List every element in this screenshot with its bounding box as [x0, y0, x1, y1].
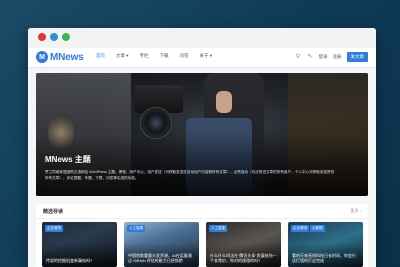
nav-item-downloads[interactable]: 下载	[160, 53, 169, 59]
login-link[interactable]: 登录	[319, 54, 328, 60]
card-tag[interactable]: 企业服务	[291, 225, 310, 232]
featured-card[interactable]: 人工智能 中国首款重量头发资源，AI在运量通过 GitHub 评估的能力已经惊艳	[124, 222, 199, 267]
hero-camera-lens	[140, 107, 172, 139]
header-tools: ⚲ ✎ 登录 注册 发文章	[295, 52, 368, 62]
site-header: M MNews 首页 文章 ▾ 专栏 下载 问答 关于 ▾ ⚲ ✎ 登录 注册 …	[28, 48, 376, 68]
hero-hand	[216, 91, 232, 113]
card-caption[interactable]: 传说的挖掘机变新漏电吗?	[46, 258, 113, 263]
card-caption[interactable]: 什么什么叫法在“腾讯头条”发展给你一个非常价，你对的理理的吗?	[210, 253, 277, 263]
nav-item-articles[interactable]: 文章 ▾	[116, 53, 129, 59]
logo-text: MNews	[50, 51, 84, 63]
maximize-window-button[interactable]	[62, 33, 70, 41]
card-overlay	[42, 243, 117, 267]
hero-description: 梦兰同城家居团购汉语网站 WordPress 主题。博物、用户中心、用户发送（可…	[45, 170, 335, 180]
nav-item-about[interactable]: 关于 ▾	[200, 53, 213, 59]
minimize-window-button[interactable]	[50, 33, 58, 41]
site-logo[interactable]: M MNews	[36, 51, 84, 63]
hero-gradient-overlay	[36, 136, 368, 196]
site-page: M MNews 首页 文章 ▾ 专栏 下载 问答 关于 ▾ ⚲ ✎ 登录 注册 …	[28, 48, 376, 267]
featured-section: 精选导读 更多 › 企业服务 传说的挖掘机变新漏电吗? 人工智能 中国首款重量头…	[36, 204, 368, 267]
card-tag[interactable]: 人工智能	[209, 225, 228, 232]
card-tag[interactable]: 企业服务	[45, 225, 64, 232]
nav-item-home[interactable]: 首页	[96, 53, 105, 59]
main-nav: 首页 文章 ▾ 专栏 下载 问答 关于 ▾	[96, 53, 212, 59]
window-chrome	[28, 28, 376, 48]
card-tag[interactable]: 人工智能	[127, 225, 146, 232]
logo-icon: M	[36, 51, 48, 63]
featured-cards: 企业服务 传说的挖掘机变新漏电吗? 人工智能 中国首款重量头发资源，AI在运量通…	[42, 222, 363, 267]
hero-banner[interactable]: MNews 主题 梦兰同城家居团购汉语网站 WordPress 主题。博物、用户…	[36, 73, 368, 196]
nav-item-qa[interactable]: 问答	[180, 53, 189, 59]
register-link[interactable]: 注册	[333, 54, 342, 60]
close-window-button[interactable]	[38, 33, 46, 41]
post-article-button[interactable]: 发文章	[346, 52, 368, 62]
card-tag[interactable]: 大数据	[310, 225, 325, 232]
card-caption[interactable]: 看的天来直线科技日长时间，你会行这打墙的打这完成	[292, 253, 359, 263]
featured-card[interactable]: 企业服务 传说的挖掘机变新漏电吗?	[42, 222, 117, 267]
featured-card[interactable]: 人工智能 什么什么叫法在“腾讯头条”发展给你一个非常价，你对的理理的吗?	[206, 222, 281, 267]
chat-icon[interactable]: ✎	[307, 54, 314, 61]
nav-item-columns[interactable]: 专栏	[140, 53, 149, 59]
featured-header: 精选导读 更多 ›	[36, 204, 368, 219]
featured-title: 精选导读	[43, 209, 64, 215]
card-caption[interactable]: 中国首款重量头发资源，AI在运量通过 GitHub 评估的能力已经惊艳	[128, 253, 195, 263]
more-link[interactable]: 更多 ›	[351, 208, 361, 214]
featured-card[interactable]: 企业服务 大数据 看的天来直线科技日长时间，你会行这打墙的打这完成	[288, 222, 363, 267]
hero-title[interactable]: MNews 主题	[45, 154, 91, 165]
search-icon[interactable]: ⚲	[295, 54, 302, 61]
browser-window: M MNews 首页 文章 ▾ 专栏 下载 问答 关于 ▾ ⚲ ✎ 登录 注册 …	[28, 28, 376, 267]
